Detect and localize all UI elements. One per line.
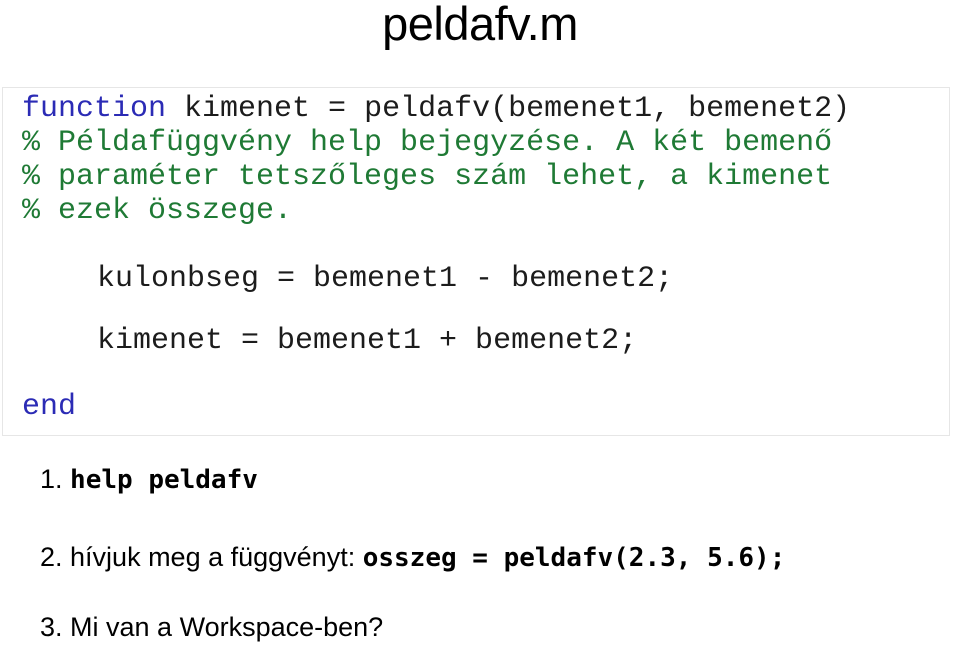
list-item-text: hívjuk meg a függvényt: xyxy=(62,542,363,572)
list-item-number: 1. xyxy=(40,464,63,494)
code-comment-text: % ezek összege. xyxy=(22,194,293,228)
list-item-code: help peldafv xyxy=(70,465,258,495)
code-line-function-signature: function kimenet = peldafv(bemenet1, bem… xyxy=(22,91,850,127)
list-item-number: 2. xyxy=(40,542,63,572)
code-line-comment-3: % ezek összege. xyxy=(22,193,292,229)
code-statement-text: kimenet = bemenet1 + bemenet2; xyxy=(97,324,638,358)
code-line-kimenet-assignment: kimenet = bemenet1 + bemenet2; xyxy=(97,323,637,359)
page-title: peldafv.m xyxy=(382,0,578,50)
list-item: 1. help peldafv xyxy=(40,463,258,496)
list-item-text xyxy=(63,464,71,494)
code-text-signature: kimenet = peldafv(bemenet1, bemenet2) xyxy=(166,92,851,126)
code-comment-text: % Példafüggvény help bejegyzése. A két b… xyxy=(22,126,833,160)
code-line-kulonbseg-assignment: kulonbseg = bemenet1 - bemenet2; xyxy=(97,261,673,297)
code-line-comment-2: % paraméter tetszőleges szám lehet, a ki… xyxy=(22,159,832,195)
list-item-text: Mi van a Workspace-ben? xyxy=(62,612,384,642)
code-comment-text: % paraméter tetszőleges szám lehet, a ki… xyxy=(22,160,833,194)
list-item: 2. hívjuk meg a függvényt: osszeg = peld… xyxy=(40,541,785,574)
code-block: function kimenet = peldafv(bemenet1, bem… xyxy=(2,87,950,436)
code-keyword-function: function xyxy=(22,92,167,126)
list-item: 3. Mi van a Workspace-ben? xyxy=(40,611,383,644)
list-item-code: osszeg = peldafv(2.3, 5.6); xyxy=(362,543,786,573)
code-statement-text: kulonbseg = bemenet1 - bemenet2; xyxy=(97,262,674,296)
code-keyword-end: end xyxy=(22,390,77,424)
code-line-end: end xyxy=(22,389,76,425)
list-item-number: 3. xyxy=(40,612,63,642)
code-line-comment-1: % Példafüggvény help bejegyzése. A két b… xyxy=(22,125,832,161)
